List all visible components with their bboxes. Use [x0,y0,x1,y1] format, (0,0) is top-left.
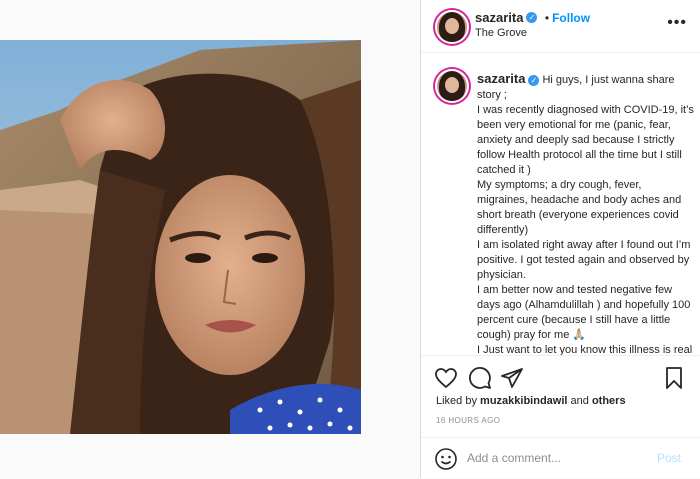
verified-icon: ✓ [528,74,540,86]
more-icon[interactable]: ••• [667,14,687,32]
separator-dot: • [544,11,550,25]
liked-by-prefix: Liked by [436,395,477,407]
liked-by-and: and [570,395,589,407]
comment-icon[interactable] [468,366,492,390]
caption: sazarita ✓ Hi guys, I just wanna share st… [477,71,695,356]
post-header: sazarita ✓ • Follow The Grove ••• [421,0,700,53]
follow-button[interactable]: Follow [552,11,590,25]
liked-by-others[interactable]: others [592,395,626,407]
likes-summary: Liked by muzakkibindawil and others [436,395,626,407]
bookmark-icon[interactable] [662,366,686,390]
avatar[interactable] [435,10,469,44]
post-comment-button[interactable]: Post [657,451,681,465]
emoji-icon[interactable] [434,447,458,471]
share-icon[interactable] [500,366,524,390]
action-bar [421,360,700,396]
caption-avatar[interactable] [435,69,469,103]
liked-by-user[interactable]: muzakkibindawil [480,395,567,407]
post-detail-panel: sazarita ✓ • Follow The Grove ••• sazarita… [420,0,700,478]
caption-username[interactable]: sazarita [477,71,525,86]
post-photo[interactable] [0,40,361,434]
comment-input[interactable]: Add a comment... [467,451,561,465]
caption-area: sazarita ✓ Hi guys, I just wanna share st… [421,53,700,356]
location-link[interactable]: The Grove [475,27,527,39]
verified-icon: ✓ [526,12,538,24]
caption-text: Hi guys, I just wanna share story ; I wa… [477,74,694,356]
comment-bar: Add a comment... Post [421,437,700,479]
heart-icon[interactable] [434,366,458,390]
username[interactable]: sazarita [475,10,523,25]
post-timestamp[interactable]: 16 HOURS AGO [436,416,500,425]
